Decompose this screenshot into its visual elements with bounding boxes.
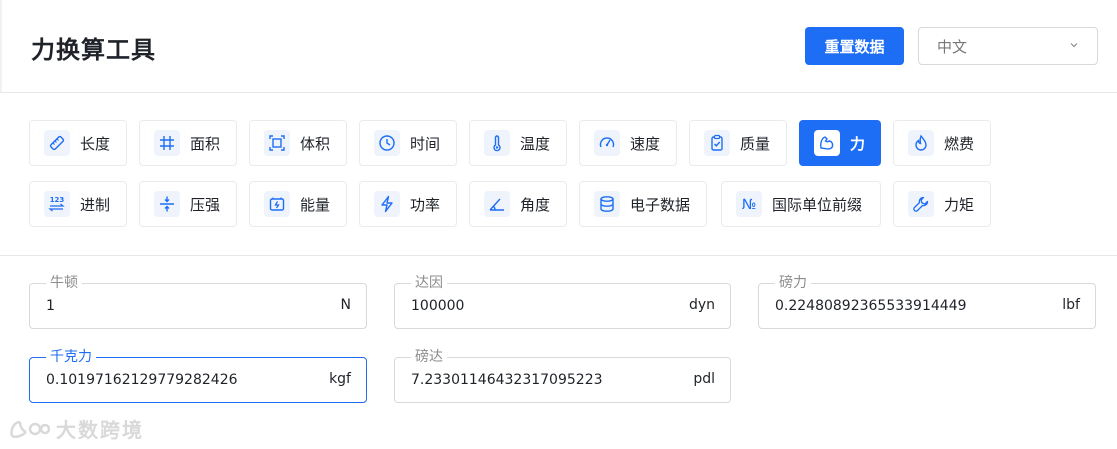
category-label: 压强: [190, 195, 221, 214]
speedometer-icon: [594, 130, 620, 156]
newton-input[interactable]: [46, 298, 306, 314]
ruler-icon: [44, 130, 70, 156]
category-volume[interactable]: 体积: [249, 120, 347, 166]
kilogram-force-field[interactable]: 千克力 kgf: [29, 348, 367, 403]
poundal-field[interactable]: 磅达 pdl: [394, 348, 731, 403]
newton-field[interactable]: 牛顿 N: [29, 274, 367, 329]
field-label: 磅达: [411, 348, 447, 366]
language-select[interactable]: 中文: [918, 27, 1098, 65]
category-label: 力: [850, 134, 866, 153]
category-time[interactable]: 时间: [359, 120, 457, 166]
field-label: 磅力: [775, 274, 811, 292]
angle-icon: [484, 191, 510, 217]
dyne-input[interactable]: [411, 298, 671, 314]
category-force[interactable]: 力: [799, 120, 881, 166]
category-energy[interactable]: 能量: [249, 181, 347, 227]
language-select-value: 中文: [937, 37, 968, 56]
category-label: 时间: [410, 134, 441, 153]
field-unit: dyn: [688, 297, 715, 313]
numero-sign-icon: №: [736, 191, 762, 217]
category-label: 温度: [520, 134, 551, 153]
field-unit: lbf: [1062, 297, 1080, 313]
svg-text:№: №: [742, 197, 757, 213]
field-label: 达因: [411, 274, 447, 292]
watermark-logo-icon: [10, 420, 50, 438]
category-label: 进制: [80, 195, 111, 214]
clock-icon: [374, 130, 400, 156]
field-unit: kgf: [329, 371, 351, 387]
numbers-123-icon: 123: [44, 191, 70, 217]
clipboard-check-icon: [704, 130, 730, 156]
category-fuel-consumption[interactable]: 燃费: [893, 120, 991, 166]
battery-charge-icon: [264, 191, 290, 217]
chevron-down-icon: [1070, 43, 1078, 48]
reset-data-button[interactable]: 重置数据: [805, 27, 904, 65]
category-label: 能量: [300, 195, 331, 214]
wrench-icon: [908, 191, 934, 217]
category-power[interactable]: 功率: [359, 181, 457, 227]
category-digital-data[interactable]: 电子数据: [579, 181, 707, 227]
category-pressure[interactable]: 压强: [139, 181, 237, 227]
category-speed[interactable]: 速度: [579, 120, 677, 166]
field-unit: pdl: [693, 371, 715, 387]
category-label: 质量: [740, 134, 771, 153]
flexed-arm-icon: [814, 130, 840, 156]
cube-frame-icon: [264, 130, 290, 156]
kilogram-force-input[interactable]: [46, 372, 306, 388]
category-label: 长度: [80, 134, 111, 153]
category-angle[interactable]: 角度: [469, 181, 567, 227]
category-length[interactable]: 长度: [29, 120, 127, 166]
pound-force-input[interactable]: [775, 298, 1035, 314]
poundal-input[interactable]: [411, 372, 671, 388]
category-si-prefix[interactable]: № 国际单位前缀: [721, 181, 881, 227]
category-number-base[interactable]: 123 进制: [29, 181, 127, 227]
category-mass[interactable]: 质量: [689, 120, 787, 166]
flame-icon: [908, 130, 934, 156]
page-title: 力换算工具: [31, 36, 156, 64]
category-label: 国际单位前缀: [772, 195, 863, 214]
compress-icon: [154, 191, 180, 217]
field-unit: N: [340, 297, 351, 313]
watermark: 大数跨境: [8, 414, 144, 443]
field-label: 牛顿: [46, 274, 82, 292]
category-torque[interactable]: 力矩: [893, 181, 991, 227]
category-grid: 长度 面积 体积 时间 温度 速度 质量 力 燃费 123 进制 压强 能量 功…: [0, 93, 1117, 256]
pound-force-field[interactable]: 磅力 lbf: [758, 274, 1096, 329]
app-header: 力换算工具 重置数据 中文: [0, 0, 1117, 93]
lightning-icon: [374, 191, 400, 217]
database-icon: [594, 191, 620, 217]
hash-icon: [154, 130, 180, 156]
category-label: 电子数据: [630, 195, 691, 214]
category-label: 速度: [630, 134, 661, 153]
category-label: 面积: [190, 134, 221, 153]
thermometer-icon: [484, 130, 510, 156]
field-label: 千克力: [46, 348, 96, 366]
watermark-text: 大数跨境: [56, 418, 144, 442]
category-label: 力矩: [944, 195, 975, 214]
category-label: 角度: [520, 195, 551, 214]
category-area[interactable]: 面积: [139, 120, 237, 166]
dyne-field[interactable]: 达因 dyn: [394, 274, 731, 329]
category-label: 燃费: [944, 134, 975, 153]
category-temperature[interactable]: 温度: [469, 120, 567, 166]
category-label: 功率: [410, 195, 441, 214]
svg-text:123: 123: [50, 196, 65, 204]
category-label: 体积: [300, 134, 331, 153]
